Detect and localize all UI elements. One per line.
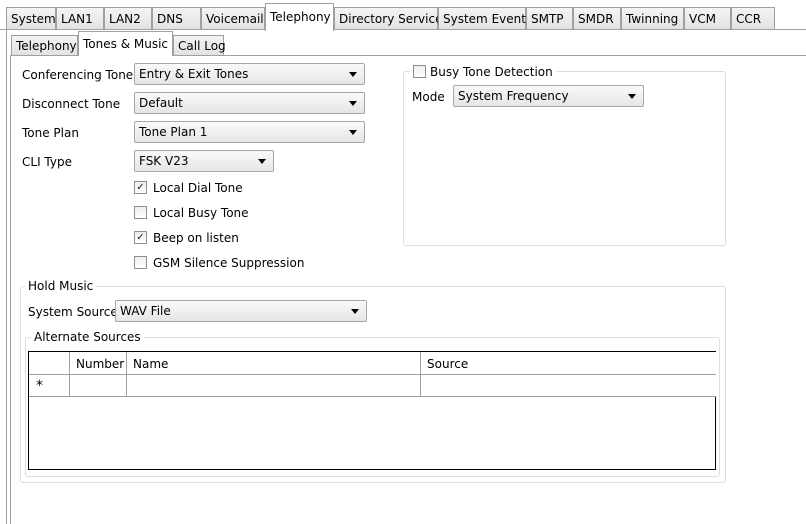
asterisk-icon: *	[36, 378, 43, 394]
tab-label: SMTP	[531, 12, 564, 26]
disconnect-tone-select[interactable]: Default	[134, 92, 365, 114]
checkmark-icon: ✓	[136, 232, 145, 243]
tab-label: VCM	[689, 12, 716, 26]
tab-smtp[interactable]: SMTP	[526, 7, 573, 30]
conferencing-tone-value: Entry & Exit Tones	[139, 67, 249, 81]
tab-label: System	[11, 12, 56, 26]
chevron-down-icon	[349, 101, 357, 106]
tab-dns[interactable]: DNS	[152, 7, 201, 30]
subtab-label: Telephony	[16, 39, 77, 53]
tone-plan-value: Tone Plan 1	[139, 125, 208, 139]
mode-label: Mode	[412, 90, 445, 104]
tab-ccr[interactable]: CCR	[731, 7, 775, 30]
chevron-down-icon	[349, 72, 357, 77]
beep-on-listen-checkbox[interactable]: ✓	[134, 231, 147, 244]
subtab-label: Call Log	[178, 39, 226, 53]
column-label: Name	[133, 357, 169, 371]
grid-corner-header	[29, 352, 70, 375]
subtab-call-log[interactable]: Call Log	[173, 35, 226, 55]
tab-vcm[interactable]: VCM	[684, 7, 731, 30]
alternate-sources-title: Alternate Sources	[31, 330, 144, 344]
tab-system[interactable]: System	[6, 7, 56, 30]
new-row-name-cell[interactable]	[127, 375, 421, 397]
chevron-down-icon	[349, 130, 357, 135]
cli-type-select[interactable]: FSK V23	[134, 150, 274, 172]
tone-plan-label: Tone Plan	[22, 126, 79, 140]
tab-label: CCR	[736, 12, 762, 26]
chevron-down-icon	[351, 309, 359, 314]
cli-type-label: CLI Type	[22, 155, 72, 169]
tab-label: SMDR	[578, 12, 614, 26]
local-busy-tone-label: Local Busy Tone	[153, 206, 249, 220]
conferencing-tone-select[interactable]: Entry & Exit Tones	[134, 63, 365, 85]
top-tab-strip: System LAN1 LAN2 DNS Voicemail Telephony…	[0, 0, 806, 31]
chevron-down-icon	[258, 159, 266, 164]
mode-value: System Frequency	[458, 89, 569, 103]
tab-system-events[interactable]: System Events	[438, 7, 532, 30]
system-source-label: System Source	[28, 305, 118, 319]
tab-smdr[interactable]: SMDR	[573, 7, 621, 30]
subtab-label: Tones & Music	[83, 37, 169, 51]
beep-on-listen-label: Beep on listen	[153, 231, 239, 245]
tab-lan1[interactable]: LAN1	[56, 7, 104, 30]
mode-select[interactable]: System Frequency	[453, 85, 644, 107]
gsm-silence-checkbox[interactable]	[134, 256, 147, 269]
disconnect-tone-value: Default	[139, 96, 183, 110]
tab-lan2[interactable]: LAN2	[104, 7, 152, 30]
tab-telephony[interactable]: Telephony	[265, 3, 334, 31]
busy-tone-group-title: Busy Tone Detection	[410, 63, 556, 79]
chevron-down-icon	[628, 94, 636, 99]
tab-label: Voicemail	[206, 12, 264, 26]
tab-label: Telephony	[270, 10, 331, 24]
tab-voicemail[interactable]: Voicemail	[201, 7, 265, 30]
tab-label: System Events	[443, 12, 533, 26]
local-busy-tone-checkbox[interactable]	[134, 206, 147, 219]
busy-tone-checkbox[interactable]	[413, 65, 426, 78]
column-header-source[interactable]: Source	[421, 352, 716, 375]
subtab-telephony[interactable]: Telephony	[11, 35, 78, 55]
tab-label: Directory Services	[339, 12, 449, 26]
alternate-sources-grid[interactable]: Number Name Source *	[28, 351, 716, 470]
tab-twinning[interactable]: Twinning	[621, 7, 684, 30]
conferencing-tone-label: Conferencing Tone	[22, 68, 134, 82]
gsm-silence-label: GSM Silence Suppression	[153, 256, 305, 270]
system-source-value: WAV File	[120, 304, 171, 318]
tone-plan-select[interactable]: Tone Plan 1	[134, 121, 365, 143]
system-source-select[interactable]: WAV File	[115, 300, 367, 322]
busy-tone-title: Busy Tone Detection	[430, 65, 553, 79]
column-label: Number	[76, 357, 125, 371]
tab-directory-services[interactable]: Directory Services	[334, 7, 449, 30]
tab-label: LAN1	[61, 12, 93, 26]
new-row-source-cell[interactable]	[421, 375, 716, 397]
column-label: Source	[427, 357, 469, 371]
hold-music-title: Hold Music	[25, 279, 97, 293]
column-header-name[interactable]: Name	[127, 352, 421, 375]
checkmark-icon: ✓	[136, 182, 145, 193]
tab-label: LAN2	[109, 12, 141, 26]
tab-label: Twinning	[626, 12, 679, 26]
subtab-tones-music[interactable]: Tones & Music	[78, 31, 173, 56]
disconnect-tone-label: Disconnect Tone	[22, 97, 121, 111]
local-dial-tone-checkbox[interactable]: ✓	[134, 181, 147, 194]
column-header-number[interactable]: Number	[70, 352, 127, 375]
tab-label: DNS	[157, 12, 183, 26]
local-dial-tone-label: Local Dial Tone	[153, 181, 243, 195]
new-row-indicator[interactable]: *	[29, 375, 70, 397]
new-row-number-cell[interactable]	[70, 375, 127, 397]
cli-type-value: FSK V23	[139, 154, 189, 168]
